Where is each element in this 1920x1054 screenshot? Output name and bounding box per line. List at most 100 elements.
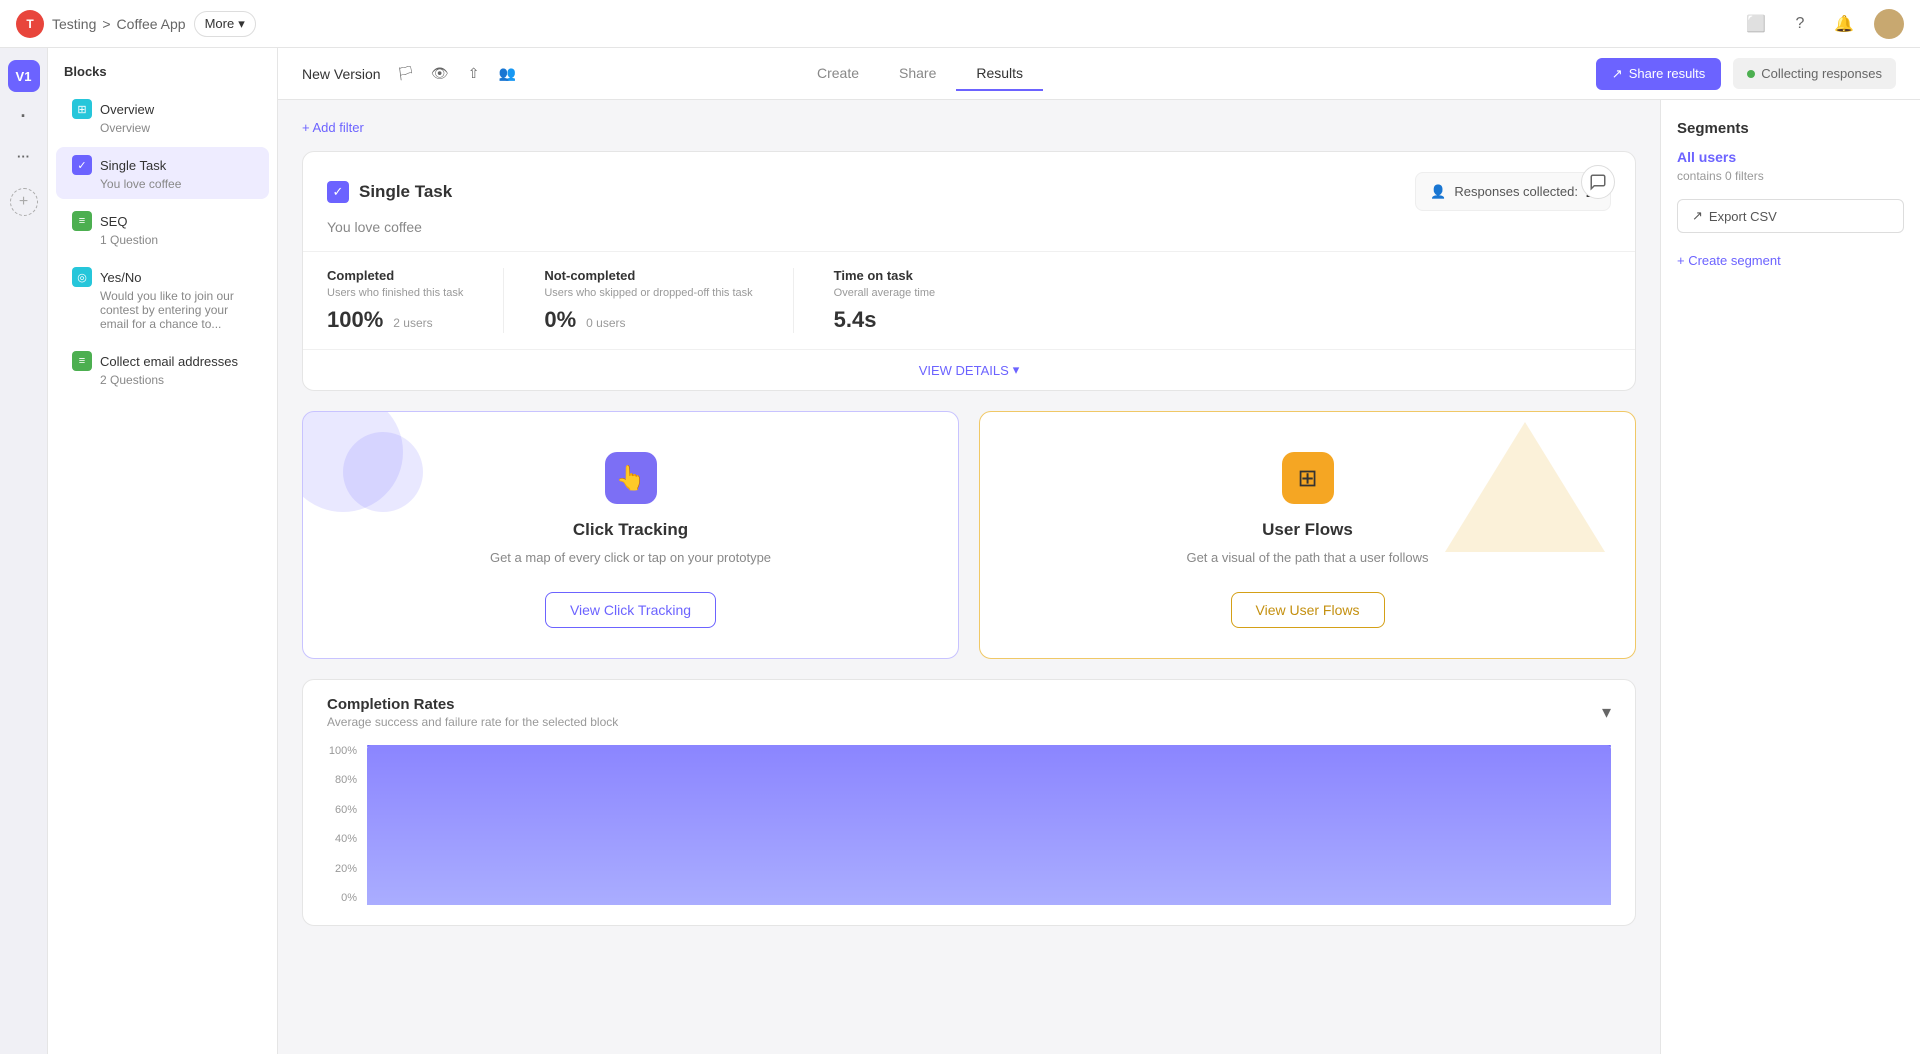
share-icon: ↗ xyxy=(1612,66,1623,82)
stat-completed-value: 100% xyxy=(327,307,383,333)
stat-completed-value-row: 100% 2 users xyxy=(327,307,463,333)
card-title-row: ✓ Single Task 👤 Responses collected: 2 xyxy=(327,172,1611,211)
block-item-single-task[interactable]: ✓ Single Task You love coffee xyxy=(56,147,269,199)
avatar[interactable] xyxy=(1874,9,1904,39)
version-icons: 🏳 👁 ⇧ 👥 xyxy=(393,61,521,87)
collecting-responses-badge: Collecting responses xyxy=(1733,58,1896,89)
y-label-20: 20% xyxy=(327,863,357,875)
help-icon[interactable]: ? xyxy=(1786,10,1814,38)
stat-not-completed-label: Not-completed xyxy=(544,268,752,283)
eye-icon[interactable]: 👁 xyxy=(427,61,453,87)
breadcrumb-parent[interactable]: Testing xyxy=(52,16,96,32)
stat-completed-desc: Users who finished this task xyxy=(327,287,463,299)
block-name-overview: Overview xyxy=(100,102,154,117)
task-check-icon: ✓ xyxy=(327,181,349,203)
block-item-overview[interactable]: ⊞ Overview Overview xyxy=(56,91,269,143)
sidebar-icon-v1[interactable]: V1 xyxy=(8,60,40,92)
main-content: + Add filter ✓ Single Task 👤 Responses c… xyxy=(278,100,1660,1054)
collecting-label: Collecting responses xyxy=(1761,66,1882,81)
export-icon: ↗ xyxy=(1692,208,1703,224)
block-name-seq: SEQ xyxy=(100,214,127,229)
app-logo: T xyxy=(16,10,44,38)
y-label-40: 40% xyxy=(327,833,357,845)
completion-rates-title: Completion Rates xyxy=(327,696,618,713)
tab-results[interactable]: Results xyxy=(956,57,1043,91)
sidebar-icon-dot[interactable]: · xyxy=(8,100,40,132)
block-name-single-task: Single Task xyxy=(100,158,166,173)
completion-rates-sub: Average success and failure rate for the… xyxy=(327,715,618,729)
add-filter-button[interactable]: + Add filter xyxy=(302,120,364,135)
y-label-80: 80% xyxy=(327,774,357,786)
more-button[interactable]: More ▾ xyxy=(194,11,256,37)
view-details-label: VIEW DETAILS xyxy=(919,363,1009,378)
chat-icon-button[interactable] xyxy=(1581,165,1615,199)
breadcrumb-separator: > xyxy=(102,16,110,32)
chevron-icon: ▾ xyxy=(1013,362,1020,378)
view-user-flows-button[interactable]: View User Flows xyxy=(1231,592,1385,628)
click-tracking-card: 👆 Click Tracking Get a map of every clic… xyxy=(302,411,959,659)
view-click-tracking-button[interactable]: View Click Tracking xyxy=(545,592,716,628)
create-segment-link[interactable]: + Create segment xyxy=(1677,253,1904,268)
collect-email-icon: ≡ xyxy=(72,351,92,371)
block-item-yesno[interactable]: ◎ Yes/No Would you like to join our cont… xyxy=(56,259,269,339)
all-users-sub: contains 0 filters xyxy=(1677,169,1904,183)
chart-y-axis: 100% 80% 60% 40% 20% 0% xyxy=(327,745,367,905)
block-item-seq[interactable]: ≡ SEQ 1 Question xyxy=(56,203,269,255)
chart-bar-area xyxy=(367,745,1611,905)
right-panel: Segments All users contains 0 filters ↗ … xyxy=(1660,100,1920,1054)
single-task-icon: ✓ xyxy=(72,155,92,175)
user-flows-title: User Flows xyxy=(1262,520,1353,540)
y-label-100: 100% xyxy=(327,745,357,757)
stat-not-completed: Not-completed Users who skipped or dropp… xyxy=(544,268,752,333)
notification-icon[interactable]: 🔔 xyxy=(1830,10,1858,38)
user-flows-desc: Get a visual of the path that a user fol… xyxy=(1186,548,1428,568)
y-label-0: 0% xyxy=(327,892,357,904)
collecting-dot xyxy=(1747,70,1755,78)
share-results-button[interactable]: ↗ Share results xyxy=(1596,58,1722,90)
click-tracking-icon: 👆 xyxy=(605,452,657,504)
version-header: New Version 🏳 👁 ⇧ 👥 Create Share Results… xyxy=(278,48,1920,100)
version-title: New Version xyxy=(302,66,381,82)
tab-create[interactable]: Create xyxy=(797,57,879,91)
breadcrumb-current: Coffee App xyxy=(117,16,186,32)
bg-circle-small xyxy=(343,432,423,512)
export-csv-button[interactable]: ↗ Export CSV xyxy=(1677,199,1904,233)
user-flows-icon: ⊞ xyxy=(1282,452,1334,504)
responses-collected-icon: 👤 xyxy=(1430,184,1446,200)
completion-rates-card: Completion Rates Average success and fai… xyxy=(302,679,1636,926)
grid-icon: ⊞ xyxy=(1297,464,1317,493)
cursor-icon: 👆 xyxy=(616,464,646,493)
block-header-overview: ⊞ Overview xyxy=(72,99,253,119)
flag-icon[interactable]: 🏳 xyxy=(393,61,419,87)
stat-not-completed-value-row: 0% 0 users xyxy=(544,307,752,333)
yesno-icon: ◎ xyxy=(72,267,92,287)
overview-icon: ⊞ xyxy=(72,99,92,119)
block-item-collect-email[interactable]: ≡ Collect email addresses 2 Questions xyxy=(56,343,269,395)
chart-container: 100% 80% 60% 40% 20% 0% xyxy=(327,745,1611,905)
chart-bar xyxy=(367,745,1611,905)
folder-icon[interactable]: ⬜ xyxy=(1742,10,1770,38)
stat-time-label: Time on task xyxy=(834,268,936,283)
user-flows-card: ⊞ User Flows Get a visual of the path th… xyxy=(979,411,1636,659)
tab-share[interactable]: Share xyxy=(879,57,956,91)
sidebar-icon-more[interactable]: ··· xyxy=(8,140,40,172)
view-details-button[interactable]: VIEW DETAILS ▾ xyxy=(303,349,1635,390)
add-version-button[interactable]: + xyxy=(10,188,38,216)
filter-bar: + Add filter xyxy=(302,120,1636,135)
stat-time-value-row: 5.4s xyxy=(834,307,936,333)
stats-row: Completed Users who finished this task 1… xyxy=(303,251,1635,349)
share-icon[interactable]: ⇧ xyxy=(461,61,487,87)
users-icon[interactable]: 👥 xyxy=(495,61,521,87)
block-sub-single-task: You love coffee xyxy=(72,177,253,191)
stat-time-desc: Overall average time xyxy=(834,287,936,299)
seq-icon: ≡ xyxy=(72,211,92,231)
all-users-label[interactable]: All users xyxy=(1677,149,1904,165)
segments-panel-title: Segments xyxy=(1677,120,1904,137)
header-right: ↗ Share results Collecting responses xyxy=(1596,58,1896,90)
nav-tabs: Create Share Results xyxy=(797,57,1043,91)
completion-rates-header[interactable]: Completion Rates Average success and fai… xyxy=(303,680,1635,745)
block-header-seq: ≡ SEQ xyxy=(72,211,253,231)
block-header-single-task: ✓ Single Task xyxy=(72,155,253,175)
block-name-yesno: Yes/No xyxy=(100,270,141,285)
completion-chevron-icon: ▾ xyxy=(1602,702,1611,723)
